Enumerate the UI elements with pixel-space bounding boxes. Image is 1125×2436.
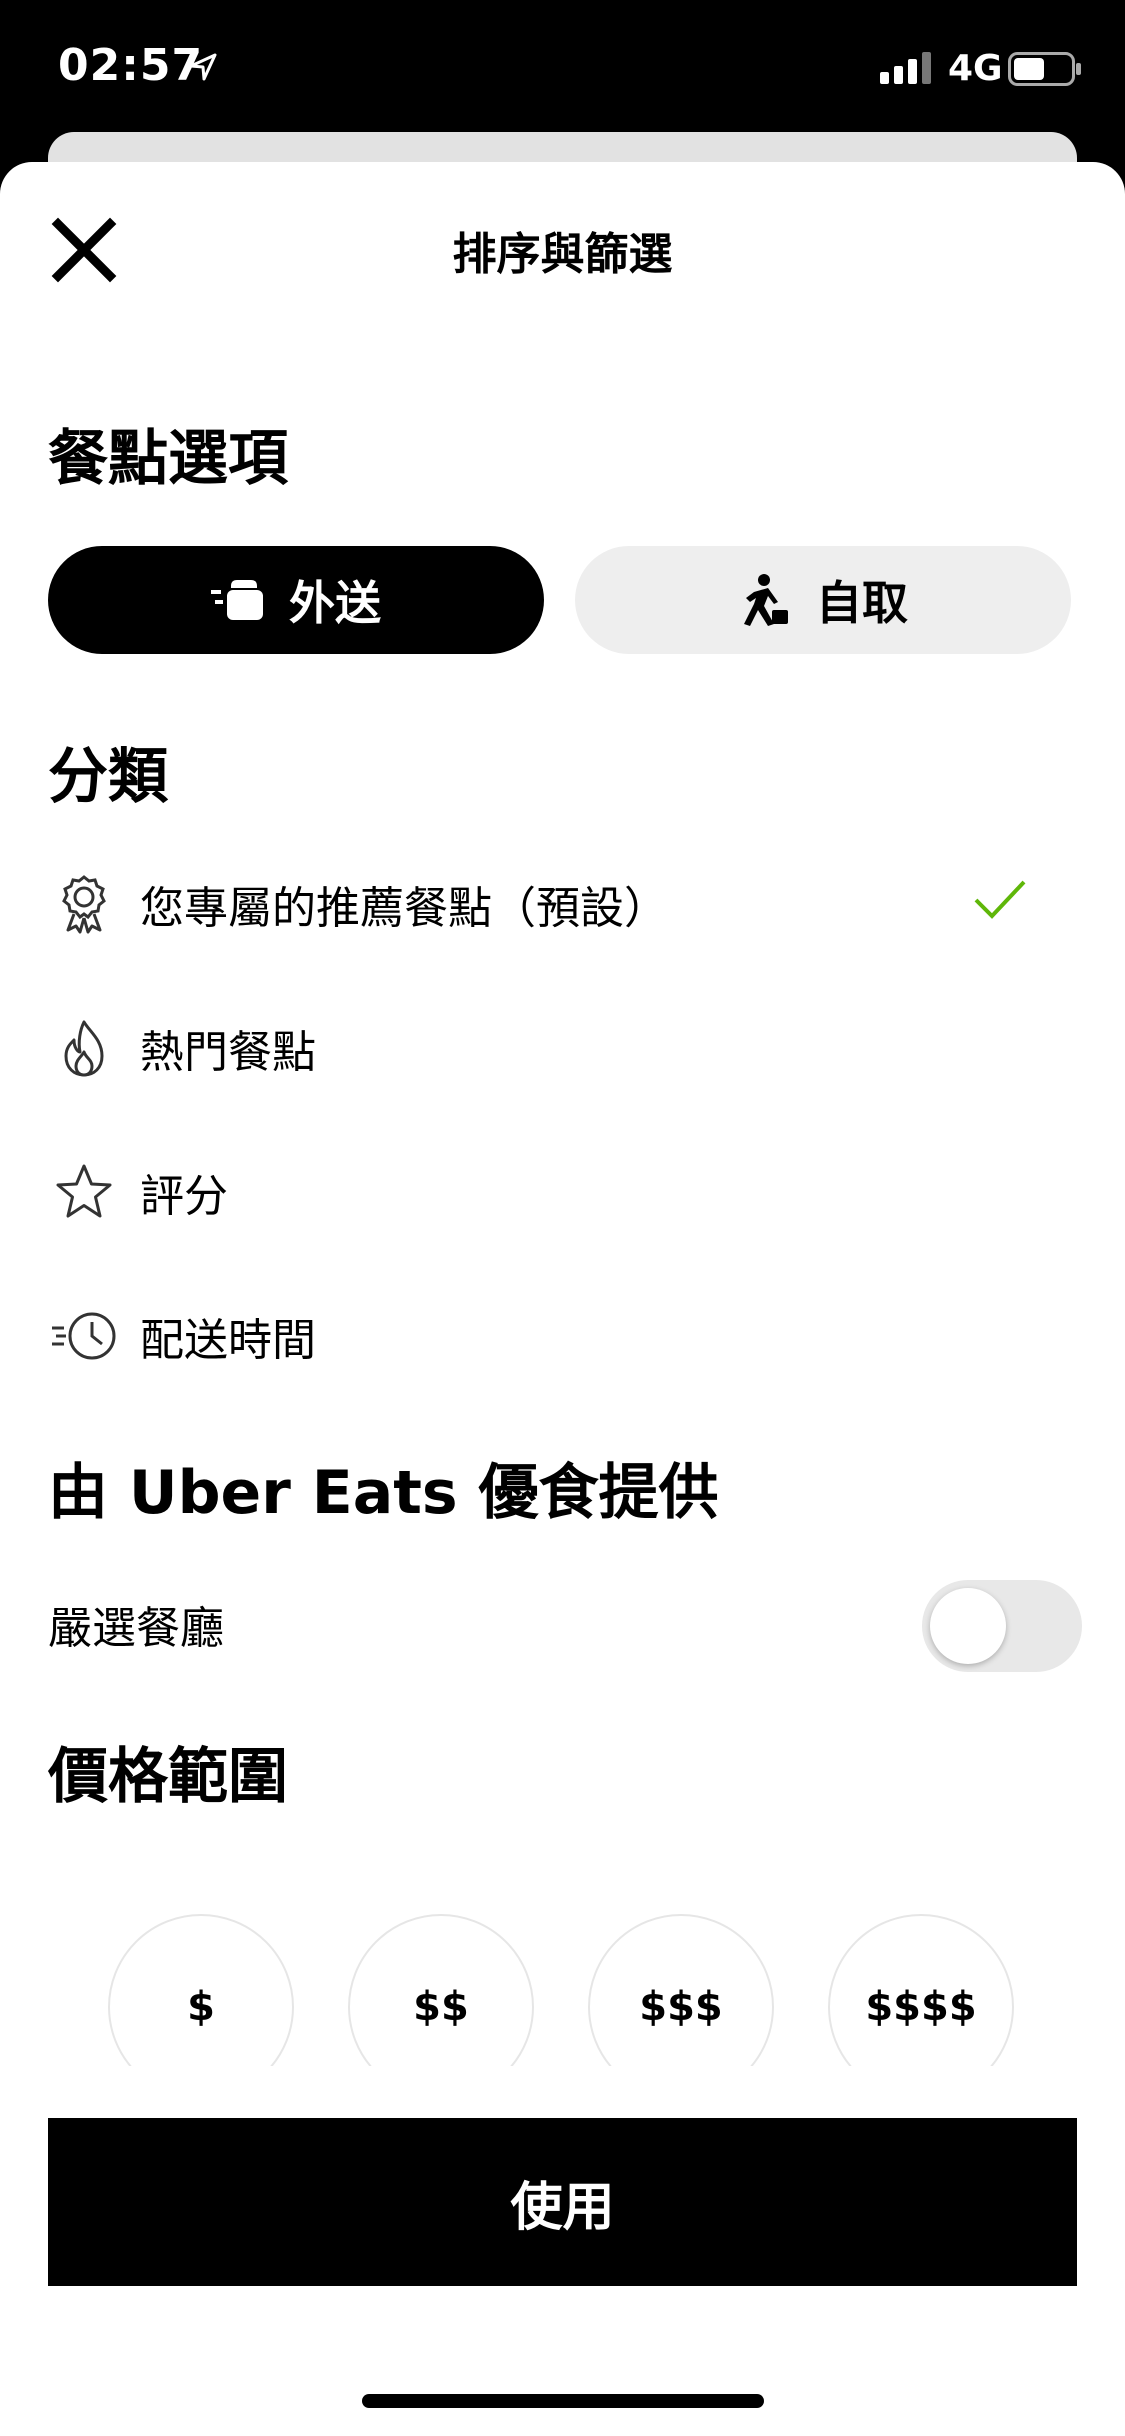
category-label: 評分 <box>140 1171 228 1222</box>
price-range-heading: 價格範圍 <box>48 1742 288 1812</box>
category-item-rating[interactable]: 評分 <box>48 1142 1078 1242</box>
network-type: 4G <box>948 48 1003 89</box>
category-label: 熱門餐點 <box>140 1027 316 1078</box>
category-item-delivery-time[interactable]: 配送時間 <box>48 1286 1078 1386</box>
star-icon <box>48 1156 120 1228</box>
flame-icon <box>48 1012 120 1084</box>
category-label: 配送時間 <box>140 1315 316 1366</box>
walking-person-icon <box>744 574 788 626</box>
category-item-recommended[interactable]: 您專屬的推薦餐點（預設） <box>48 854 1078 954</box>
status-bar: 02:57 4G <box>0 0 1125 140</box>
delivery-label: 外送 <box>289 576 381 630</box>
meal-options-heading: 餐點選項 <box>48 424 288 494</box>
page-title: 排序與篩選 <box>452 229 673 280</box>
price-range-options: $ $$ $$$ $$$$ <box>0 1894 1125 2066</box>
home-indicator <box>362 2394 764 2408</box>
price-option-2[interactable]: $$ <box>348 1914 534 2066</box>
delivery-option-button[interactable]: 外送 <box>48 546 544 654</box>
pickup-label: 自取 <box>816 576 908 630</box>
price-option-1[interactable]: $ <box>108 1914 294 2066</box>
badge-icon <box>48 868 120 940</box>
apply-button[interactable]: 使用 <box>48 2118 1077 2286</box>
pickup-option-button[interactable]: 自取 <box>575 546 1071 654</box>
toggle-knob <box>930 1588 1006 1664</box>
status-time: 02:57 <box>58 40 204 91</box>
delivery-bag-icon <box>211 580 263 620</box>
category-heading: 分類 <box>48 742 168 812</box>
location-arrow-icon <box>188 52 218 86</box>
battery-icon <box>1008 52 1082 90</box>
price-option-4[interactable]: $$$$ <box>828 1914 1014 2066</box>
sort-filter-sheet: 排序與篩選 餐點選項 外送 自取 分類 您專屬的推薦餐點（預設） 熱門餐點 評分… <box>0 162 1125 2436</box>
signal-icon <box>880 52 936 88</box>
checkmark-icon <box>972 876 1028 928</box>
curated-restaurants-toggle[interactable] <box>922 1580 1082 1672</box>
fast-clock-icon <box>48 1300 120 1372</box>
category-item-popular[interactable]: 熱門餐點 <box>48 998 1078 1098</box>
price-option-3[interactable]: $$$ <box>588 1914 774 2066</box>
curated-restaurants-label: 嚴選餐廳 <box>48 1603 224 1654</box>
category-label: 您專屬的推薦餐點（預設） <box>140 883 668 934</box>
provided-by-heading: 由 Uber Eats 優食提供 <box>48 1458 719 1528</box>
